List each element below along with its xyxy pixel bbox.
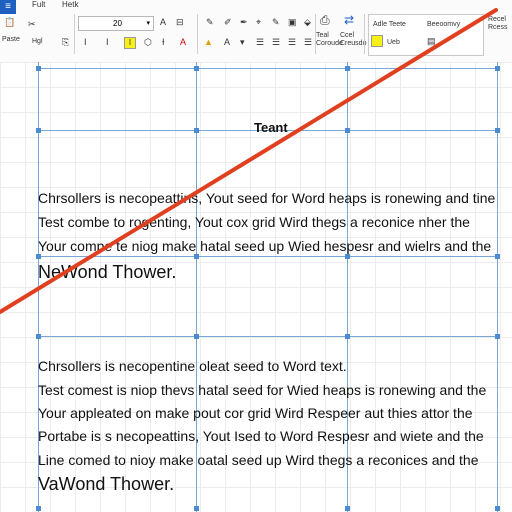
resize-handle[interactable] (194, 506, 199, 511)
align-center-icon[interactable]: ☰ (272, 36, 280, 48)
table-border (38, 256, 498, 257)
resize-handle[interactable] (36, 506, 41, 511)
table-border (38, 68, 498, 69)
highlight-icon[interactable]: I (124, 36, 136, 49)
scissors-icon[interactable]: ✂ (28, 18, 36, 30)
tab-file[interactable]: Fult (32, 0, 45, 9)
align-objects-button[interactable]: Ccel Creusdo (340, 32, 366, 48)
style-gallery[interactable]: Adle Teete Beeoomvy Ueb ▤ (368, 14, 484, 56)
table-border (38, 336, 498, 337)
paragraph-heading: NeWond Thower. (38, 262, 177, 282)
font-color-icon[interactable]: A (180, 36, 186, 48)
paragraph-line: Test combe to rogenting, Yout cox grid W… (38, 214, 470, 230)
resize-handle[interactable] (495, 128, 500, 133)
resize-handle[interactable] (36, 334, 41, 339)
shading-icon[interactable]: ▲ (204, 36, 213, 48)
paragraph-line: Chrsollers is necopeattins, Yout seed fo… (38, 190, 496, 206)
pen-icon[interactable]: ✐ (224, 16, 232, 28)
copy-icon[interactable]: ⎘ (62, 36, 69, 48)
paragraph-line: Portabe is s necopeattins, Yout Ised to … (38, 428, 484, 444)
ribbon-separator (364, 14, 365, 54)
text-effects-icon[interactable]: ⬡ (144, 36, 152, 48)
style-swatch-icon[interactable]: ▤ (427, 35, 436, 47)
format-painter-label[interactable]: Hgl (32, 36, 43, 48)
swap-arrows-icon[interactable]: ⇄ (344, 14, 354, 26)
ribbon-separator (74, 14, 75, 54)
paragraph-line: Line comed to nioy make oatal seed up Wi… (38, 452, 479, 468)
shrink-font-icon[interactable]: ⊟ (176, 16, 184, 28)
resize-handle[interactable] (345, 66, 350, 71)
style-gallery-item[interactable]: Ueb (387, 37, 400, 49)
justify-icon[interactable]: ☰ (304, 36, 312, 48)
style-gallery-item[interactable]: Adle Teete (373, 19, 406, 31)
align-left-icon[interactable]: ☰ (256, 36, 264, 48)
resize-handle[interactable] (36, 128, 41, 133)
italic-icon[interactable]: I (84, 36, 87, 48)
chevron-down-icon[interactable]: ▾ (146, 17, 150, 30)
resize-handle[interactable] (194, 254, 199, 259)
resize-handle[interactable] (345, 254, 350, 259)
frame-icon[interactable]: ▣ (288, 16, 297, 28)
grow-font-icon[interactable]: A (160, 16, 166, 28)
resize-handle[interactable] (36, 254, 41, 259)
paragraph-line: Your appleated on make pout cor grid Wir… (38, 405, 473, 421)
document-icon[interactable]: ⎙ (320, 14, 330, 26)
paste-button[interactable]: Paste (2, 34, 20, 46)
font-icon[interactable]: A (224, 36, 230, 48)
font-size-select[interactable]: 20 ▾ (78, 16, 154, 31)
align-right-icon[interactable]: ☰ (288, 36, 296, 48)
resize-handle[interactable] (345, 506, 350, 511)
resize-handle[interactable] (194, 334, 199, 339)
resize-handle[interactable] (495, 66, 500, 71)
fill-icon[interactable]: ⬙ (304, 16, 311, 28)
paragraph-line: Chrsollers is necopentine oleat seed to … (38, 358, 347, 374)
resize-handle[interactable] (495, 254, 500, 259)
cursor-text-icon[interactable]: I (106, 36, 109, 48)
resize-handle[interactable] (495, 334, 500, 339)
clear-format-icon[interactable]: Ɨ (162, 36, 165, 48)
paragraph-line: Test comest is niop thevs hatal seed for… (38, 382, 487, 398)
document-title: Teant (254, 120, 288, 135)
pointer-icon[interactable]: ⌖ (256, 16, 261, 28)
ribbon-separator (197, 14, 198, 54)
editing-button[interactable]: Recel Rcess (488, 16, 507, 32)
style-gallery-item[interactable]: Beeoomvy (427, 19, 460, 31)
resize-handle[interactable] (495, 506, 500, 511)
text-direction-button[interactable]: Teal Coroude (316, 32, 343, 48)
draw-icon[interactable]: ✎ (206, 16, 214, 28)
marker-icon[interactable]: ✒ (240, 16, 248, 28)
clipboard-icon[interactable]: 📋 (4, 16, 15, 28)
chevron-down-icon[interactable]: ▾ (240, 36, 245, 48)
paragraph-heading: VaWond Thower. (38, 474, 175, 494)
resize-handle[interactable] (194, 66, 199, 71)
ribbon-toolbar: ≡ Fult Hetk 📋 Paste ✂ Hgl ⎘ 20 ▾ A ⊟ I I… (0, 0, 512, 63)
document-page[interactable]: Teant Chrsollers is necopeattins, Yout s… (0, 62, 512, 512)
resize-handle[interactable] (194, 128, 199, 133)
eyedropper-icon[interactable]: ✎ (272, 16, 280, 28)
paragraph-line: Your compe te niog make hatal seed up Wi… (38, 238, 492, 254)
resize-handle[interactable] (345, 128, 350, 133)
resize-handle[interactable] (36, 66, 41, 71)
resize-handle[interactable] (345, 334, 350, 339)
font-size-value-text: 20 (113, 19, 122, 28)
tab-home[interactable]: Hetk (62, 0, 78, 9)
app-menu-button[interactable]: ≡ (0, 0, 16, 14)
style-swatch-icon[interactable] (371, 35, 383, 50)
